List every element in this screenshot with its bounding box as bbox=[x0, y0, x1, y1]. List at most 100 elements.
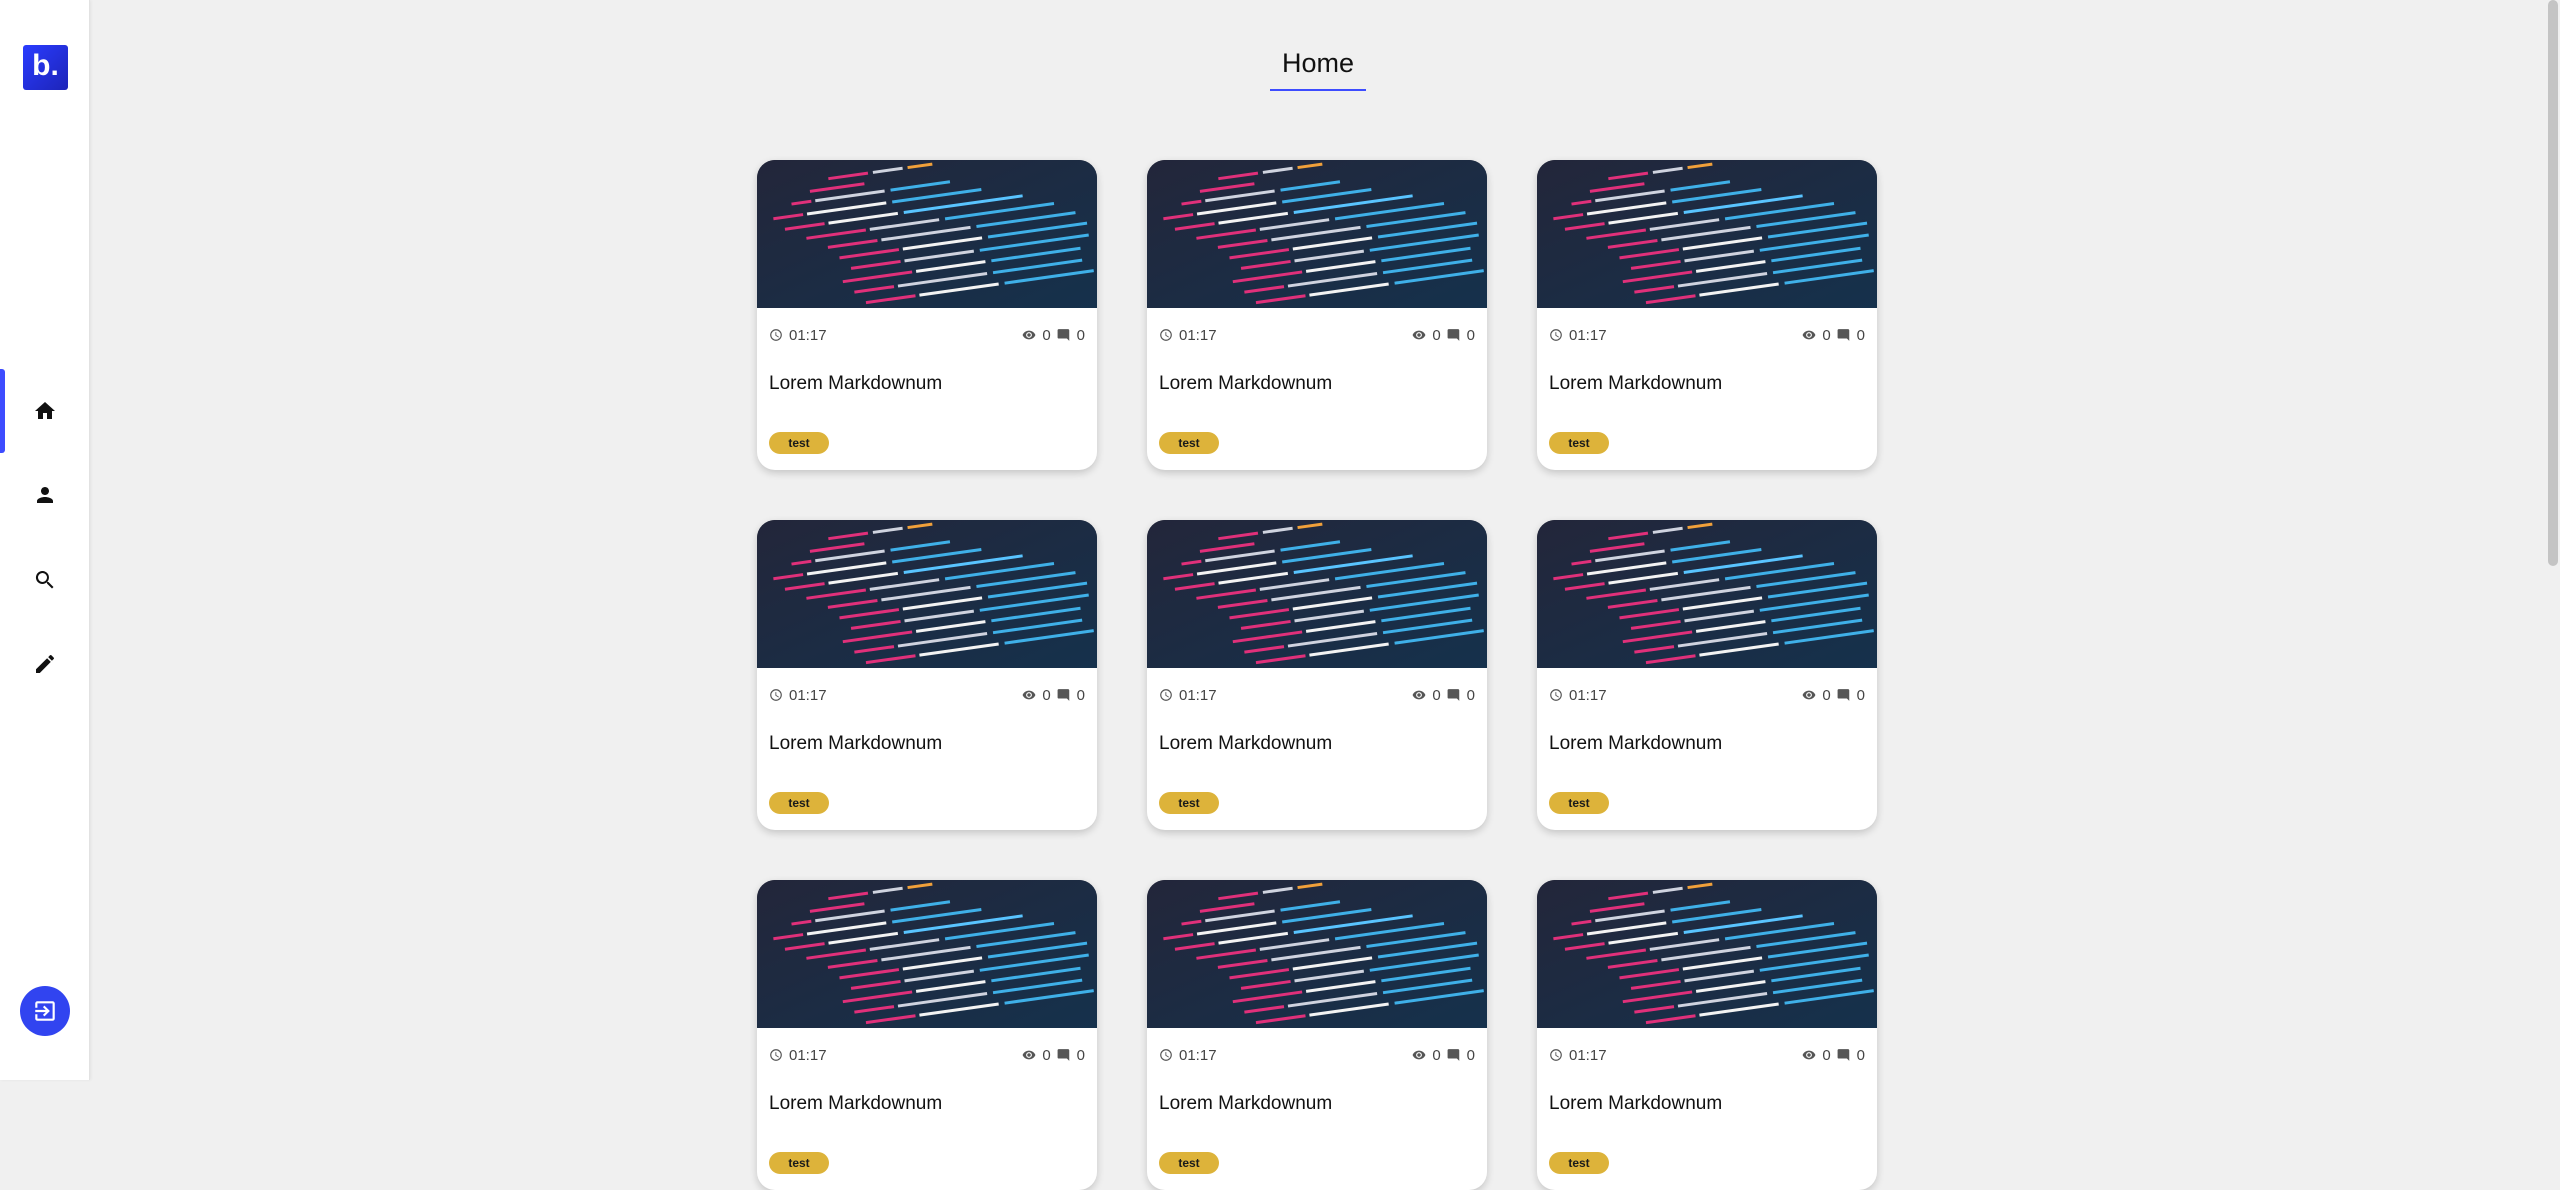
comment-count: 0 bbox=[1466, 326, 1475, 344]
sidebar-item-profile[interactable] bbox=[0, 453, 89, 537]
tag-badge[interactable]: test bbox=[1159, 432, 1219, 454]
tag-badge[interactable]: test bbox=[769, 792, 829, 814]
post-title[interactable]: Lorem Markdownum bbox=[1159, 733, 1332, 755]
post-meta: 01:17 0 0 bbox=[1549, 1045, 1865, 1065]
comment-count: 0 bbox=[1856, 326, 1865, 344]
code-screenshot-image bbox=[757, 880, 1097, 1028]
post-thumbnail[interactable] bbox=[757, 880, 1097, 1028]
search-icon bbox=[35, 571, 53, 589]
home-icon bbox=[34, 402, 55, 419]
post-card[interactable]: 01:17 0 0 Lorem Markdownum test bbox=[757, 520, 1097, 830]
eye-icon bbox=[1802, 1050, 1816, 1060]
view-count: 0 bbox=[1822, 686, 1831, 704]
post-card[interactable]: 01:17 0 0 Lorem Markdownum test bbox=[1147, 520, 1487, 830]
code-screenshot-image bbox=[1537, 520, 1877, 668]
comment-icon bbox=[1837, 329, 1849, 341]
post-card[interactable]: 01:17 0 0 Lorem Markdownum test bbox=[1537, 160, 1877, 470]
clock-icon bbox=[770, 329, 782, 341]
post-meta: 01:17 0 0 bbox=[1159, 325, 1475, 345]
view-count: 0 bbox=[1042, 326, 1051, 344]
tag-badge[interactable]: test bbox=[1549, 792, 1609, 814]
tag-badge[interactable]: test bbox=[1159, 1152, 1219, 1174]
comment-icon bbox=[1837, 1049, 1849, 1061]
post-meta: 01:17 0 0 bbox=[1159, 1045, 1475, 1065]
view-count: 0 bbox=[1432, 686, 1441, 704]
post-card[interactable]: 01:17 0 0 Lorem Markdownum test bbox=[1147, 880, 1487, 1190]
view-count: 0 bbox=[1042, 686, 1051, 704]
code-screenshot-image bbox=[757, 520, 1097, 668]
code-screenshot-image bbox=[757, 160, 1097, 308]
person-icon bbox=[36, 487, 53, 503]
page-title: Home bbox=[1270, 48, 1366, 91]
tag-badge[interactable]: test bbox=[1549, 1152, 1609, 1174]
eye-icon bbox=[1802, 330, 1816, 340]
post-title[interactable]: Lorem Markdownum bbox=[769, 1093, 942, 1115]
comment-count: 0 bbox=[1076, 686, 1085, 704]
post-thumbnail[interactable] bbox=[1537, 520, 1877, 668]
post-thumbnail[interactable] bbox=[1147, 520, 1487, 668]
tag-badge[interactable]: test bbox=[769, 1152, 829, 1174]
app-logo[interactable]: b. bbox=[23, 45, 68, 90]
post-thumbnail[interactable] bbox=[1147, 160, 1487, 308]
tag-badge[interactable]: test bbox=[1159, 792, 1219, 814]
post-title[interactable]: Lorem Markdownum bbox=[1549, 373, 1722, 395]
scrollbar[interactable] bbox=[2544, 0, 2560, 1080]
clock-icon bbox=[1550, 329, 1562, 341]
code-screenshot-image bbox=[1147, 160, 1487, 308]
post-meta: 01:17 0 0 bbox=[769, 685, 1085, 705]
post-thumbnail[interactable] bbox=[1147, 880, 1487, 1028]
post-thumbnail[interactable] bbox=[1537, 160, 1877, 308]
read-time: 01:17 bbox=[1569, 1046, 1607, 1064]
post-title[interactable]: Lorem Markdownum bbox=[1549, 733, 1722, 755]
view-count: 0 bbox=[1432, 326, 1441, 344]
eye-icon bbox=[1412, 1050, 1426, 1060]
read-time: 01:17 bbox=[1179, 1046, 1217, 1064]
comment-icon bbox=[1447, 1049, 1459, 1061]
eye-icon bbox=[1022, 1050, 1036, 1060]
post-card[interactable]: 01:17 0 0 Lorem Markdownum test bbox=[1537, 520, 1877, 830]
comment-icon bbox=[1057, 329, 1069, 341]
post-thumbnail[interactable] bbox=[757, 520, 1097, 668]
eye-icon bbox=[1412, 330, 1426, 340]
comment-icon bbox=[1057, 689, 1069, 701]
post-card[interactable]: 01:17 0 0 Lorem Markdownum test bbox=[757, 880, 1097, 1190]
post-thumbnail[interactable] bbox=[1537, 880, 1877, 1028]
tag-badge[interactable]: test bbox=[769, 432, 829, 454]
logout-button[interactable] bbox=[20, 986, 70, 1036]
read-time: 01:17 bbox=[789, 1046, 827, 1064]
comment-count: 0 bbox=[1856, 1046, 1865, 1064]
comment-icon bbox=[1057, 1049, 1069, 1061]
scrollbar-thumb[interactable] bbox=[2548, 0, 2558, 566]
post-card[interactable]: 01:17 0 0 Lorem Markdownum test bbox=[1537, 880, 1877, 1190]
clock-icon bbox=[1550, 689, 1562, 701]
post-title[interactable]: Lorem Markdownum bbox=[1549, 1093, 1722, 1115]
post-title[interactable]: Lorem Markdownum bbox=[1159, 1093, 1332, 1115]
sidebar-item-search[interactable] bbox=[0, 538, 89, 622]
view-count: 0 bbox=[1822, 1046, 1831, 1064]
post-card[interactable]: 01:17 0 0 Lorem Markdownum test bbox=[757, 160, 1097, 470]
code-screenshot-image bbox=[1147, 880, 1487, 1028]
tag-badge[interactable]: test bbox=[1549, 432, 1609, 454]
read-time: 01:17 bbox=[789, 686, 827, 704]
read-time: 01:17 bbox=[1569, 326, 1607, 344]
post-meta: 01:17 0 0 bbox=[769, 1045, 1085, 1065]
logout-icon bbox=[35, 1001, 55, 1021]
code-screenshot-image bbox=[1147, 520, 1487, 668]
post-title[interactable]: Lorem Markdownum bbox=[1159, 373, 1332, 395]
comment-count: 0 bbox=[1076, 326, 1085, 344]
comment-count: 0 bbox=[1466, 686, 1475, 704]
clock-icon bbox=[1160, 689, 1172, 701]
post-title[interactable]: Lorem Markdownum bbox=[769, 733, 942, 755]
post-title[interactable]: Lorem Markdownum bbox=[769, 373, 942, 395]
read-time: 01:17 bbox=[1179, 686, 1217, 704]
sidebar-item-home[interactable] bbox=[0, 369, 89, 453]
read-time: 01:17 bbox=[1569, 686, 1607, 704]
post-thumbnail[interactable] bbox=[757, 160, 1097, 308]
sidebar-item-edit[interactable] bbox=[0, 622, 89, 706]
comment-count: 0 bbox=[1466, 1046, 1475, 1064]
comment-count: 0 bbox=[1856, 686, 1865, 704]
sidebar: b. bbox=[0, 0, 90, 1080]
post-card[interactable]: 01:17 0 0 Lorem Markdownum test bbox=[1147, 160, 1487, 470]
clock-icon bbox=[770, 1049, 782, 1061]
eye-icon bbox=[1022, 690, 1036, 700]
